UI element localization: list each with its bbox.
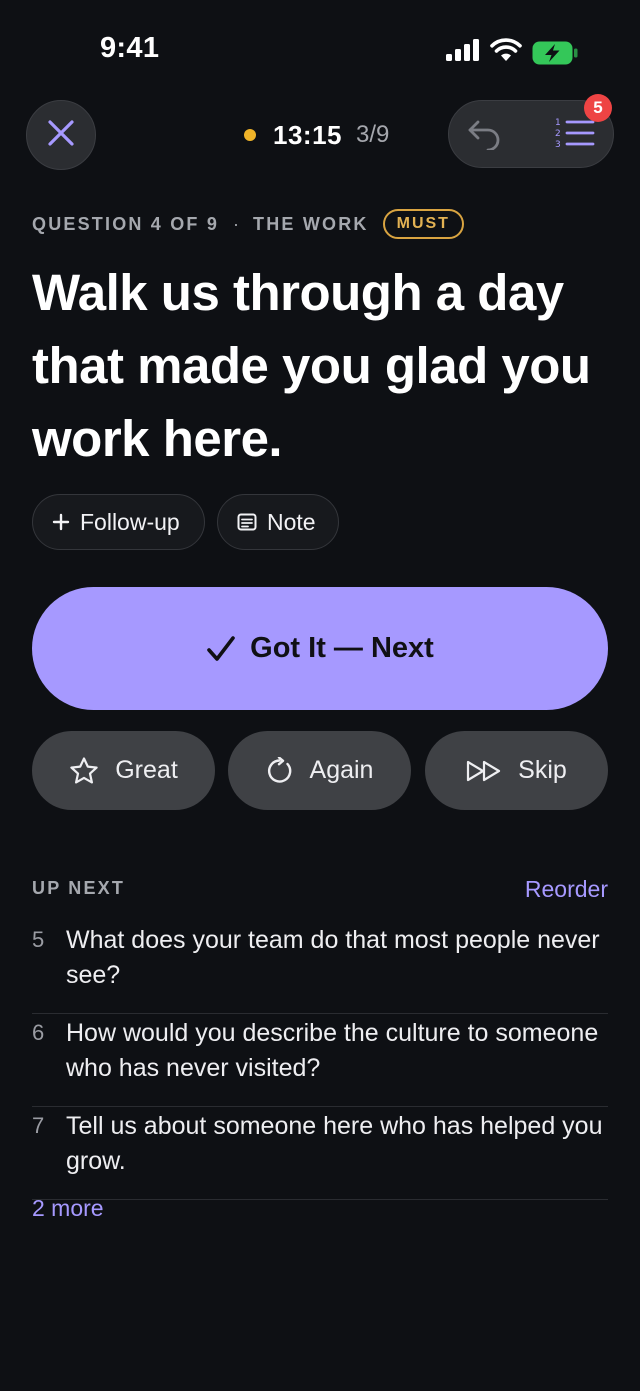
session-timer: 13:15 3/9 [244, 116, 389, 154]
timer-indicator-dot [244, 129, 256, 141]
list-item-number: 5 [32, 927, 45, 952]
must-tag: MUST [382, 209, 464, 239]
reorder-link[interactable]: Reorder [525, 876, 608, 903]
note-icon [237, 513, 257, 531]
checkmark-icon [206, 635, 236, 663]
timer-text: 13:15 [273, 119, 342, 150]
list-item[interactable]: 5 What does your team do that most peopl… [32, 921, 608, 1014]
fast-forward-icon [466, 760, 502, 782]
great-button[interactable]: Great [32, 731, 215, 810]
list-item-text: What does your team do that most people … [66, 926, 600, 989]
up-next-list: 5 What does your team do that most peopl… [32, 921, 608, 1200]
question-meta: QUESTION 4 OF 9 · THE WORK MUST [32, 208, 464, 240]
plus-icon [52, 513, 70, 531]
numbered-list-icon: 1 2 3 [555, 116, 595, 155]
svg-text:3: 3 [555, 140, 561, 150]
notification-badge: 5 [584, 94, 612, 122]
close-button[interactable] [26, 100, 96, 170]
battery-charging-icon [532, 41, 578, 65]
close-icon [46, 118, 76, 153]
skip-label: Skip [518, 756, 567, 784]
follow-up-button[interactable]: Follow-up [32, 494, 205, 550]
great-label: Great [115, 756, 178, 784]
status-time: 9:41 [100, 32, 160, 64]
list-item-text: How would you describe the culture to so… [66, 1019, 599, 1082]
meta-separator: · [233, 213, 240, 234]
question-counter: QUESTION 4 OF 9 [32, 213, 220, 234]
got-it-next-button[interactable]: Got It — Next [32, 587, 608, 710]
svg-text:1: 1 [555, 118, 561, 128]
list-item[interactable]: 6 How would you describe the culture to … [32, 1014, 608, 1107]
again-button[interactable]: Again [228, 731, 411, 810]
retry-icon [266, 756, 294, 785]
follow-up-label: Follow-up [80, 508, 180, 535]
list-item-number: 7 [32, 1113, 45, 1138]
note-label: Note [267, 508, 316, 535]
wifi-icon [490, 38, 522, 67]
list-item-text: Tell us about someone here who has helpe… [66, 1112, 603, 1175]
undo-icon [466, 116, 502, 155]
star-icon [69, 756, 99, 786]
status-icons [446, 38, 578, 67]
list-item-number: 6 [32, 1020, 45, 1045]
up-next-heading: UP NEXT [32, 878, 126, 898]
svg-text:2: 2 [555, 129, 561, 139]
question-list-button[interactable]: 1 2 3 [553, 115, 597, 155]
progress-text: 3/9 [356, 121, 390, 148]
list-item[interactable]: 7 Tell us about someone here who has hel… [32, 1107, 608, 1200]
undo-button[interactable] [463, 115, 505, 155]
section-name: THE WORK [253, 213, 369, 234]
note-button[interactable]: Note [217, 494, 339, 550]
cellular-signal-icon [446, 39, 480, 66]
again-label: Again [309, 756, 374, 784]
question-title: Walk us through a day that made you glad… [32, 264, 591, 467]
status-bar: 9:41 [0, 0, 640, 100]
show-more-link[interactable]: 2 more [32, 1195, 104, 1222]
got-it-next-label: Got It — Next [250, 632, 434, 664]
skip-button[interactable]: Skip [425, 731, 608, 810]
